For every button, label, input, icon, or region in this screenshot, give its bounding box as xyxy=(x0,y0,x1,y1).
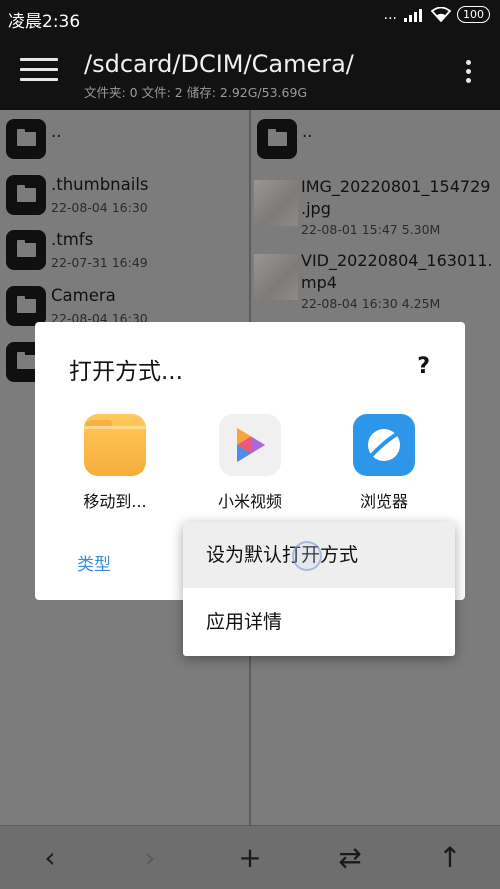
app-details-menu-item[interactable]: 应用详情 xyxy=(183,589,455,655)
file-name: VID_20220804_163011. mp4 xyxy=(301,251,493,292)
app-option-move-to[interactable]: 移动到... xyxy=(60,414,170,514)
overflow-menu-icon[interactable] xyxy=(466,60,472,87)
app-bar: /sdcard/DCIM/Camera/ 文件夹: 0 文件: 2 储存: 2.… xyxy=(0,34,500,110)
help-icon[interactable]: ? xyxy=(417,354,430,379)
list-item-img-file[interactable]: IMG_20220801_154729 .jpg 22-08-01 15:47 … xyxy=(251,176,500,246)
add-icon[interactable]: + xyxy=(230,840,270,876)
app-label: 移动到... xyxy=(83,492,147,511)
battery-icon: 100 xyxy=(457,6,490,23)
list-item-parent-dir[interactable]: .. xyxy=(251,114,500,170)
type-link[interactable]: 类型 xyxy=(77,550,111,575)
app-context-menu: 设为默认打开方式 应用详情 xyxy=(183,522,455,656)
signal-icon xyxy=(404,8,422,22)
folder-icon xyxy=(84,414,146,476)
status-time: 凌晨2:36 xyxy=(8,12,81,32)
back-arrow-icon[interactable]: ‹ xyxy=(30,840,70,876)
app-label: 小米视频 xyxy=(217,492,282,511)
folder-stats: 文件夹: 0 文件: 2 储存: 2.92G/53.69G xyxy=(84,85,308,100)
touch-indicator xyxy=(292,541,322,571)
video-play-icon xyxy=(219,414,281,476)
file-meta: 22-08-01 15:47 5.30M xyxy=(301,222,441,237)
list-item-thumbnails[interactable]: .thumbnails 22-08-04 16:30 xyxy=(0,170,249,226)
dialog-title: 打开方式... xyxy=(69,359,183,385)
swap-panes-icon[interactable]: ⇄ xyxy=(330,840,370,876)
app-option-browser[interactable]: 浏览器 xyxy=(329,414,439,514)
item-name: .. xyxy=(302,122,313,141)
bottom-toolbar: ‹ › + ⇄ ↑ xyxy=(0,825,500,889)
folder-icon xyxy=(6,175,46,215)
current-path-title: /sdcard/DCIM/Camera/ xyxy=(84,50,354,78)
hamburger-menu-icon[interactable] xyxy=(20,58,58,86)
up-directory-icon[interactable]: ↑ xyxy=(430,840,470,876)
list-item-tmfs[interactable]: .tmfs 22-07-31 16:49 xyxy=(0,225,249,281)
wifi-icon xyxy=(431,7,451,22)
file-meta: 22-08-04 16:30 4.25M xyxy=(301,296,441,311)
video-thumbnail xyxy=(254,254,298,300)
list-item-video-file[interactable]: VID_20220804_163011. mp4 22-08-04 16:30 … xyxy=(251,250,500,320)
folder-icon xyxy=(6,230,46,270)
item-date: 22-08-04 16:30 xyxy=(51,200,148,215)
list-item-parent-dir[interactable]: .. xyxy=(0,114,249,170)
app-option-mi-video[interactable]: 小米视频 xyxy=(195,414,305,514)
image-thumbnail xyxy=(254,180,298,226)
folder-icon xyxy=(257,119,297,159)
status-indicators: ... 100 xyxy=(384,6,490,23)
browser-icon xyxy=(353,414,415,476)
folder-icon xyxy=(6,119,46,159)
item-name: .. xyxy=(51,122,62,141)
more-notifications-icon: ... xyxy=(383,6,397,23)
status-bar: 凌晨2:36 ... 100 xyxy=(0,0,500,34)
app-label: 浏览器 xyxy=(359,492,408,511)
item-name: .thumbnails xyxy=(51,175,149,194)
forward-arrow-icon[interactable]: › xyxy=(130,840,170,876)
file-name: IMG_20220801_154729 .jpg xyxy=(301,177,491,218)
item-name: Camera xyxy=(51,286,116,305)
item-name: .tmfs xyxy=(51,230,94,249)
item-date: 22-07-31 16:49 xyxy=(51,255,148,270)
folder-icon xyxy=(6,286,46,326)
